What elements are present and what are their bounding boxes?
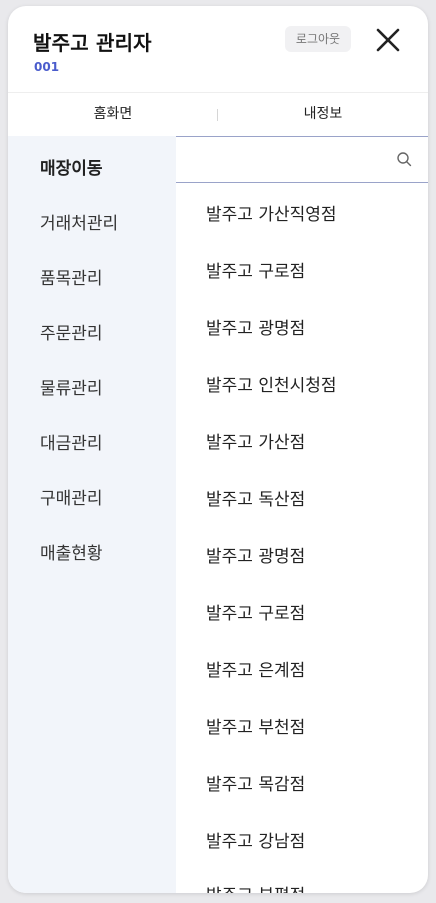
close-icon [376,28,400,52]
store-list-item[interactable]: 발주고 독산점 [206,485,305,510]
store-list-item[interactable]: 발주고 광명점 [206,314,305,339]
sidebar-item-payment-management[interactable]: 대금관리 [40,429,103,454]
store-list-item[interactable]: 발주고 가산점 [206,428,305,453]
store-list-item[interactable]: 발주고 인천시청점 [206,371,337,396]
store-list-item[interactable]: 발주고 가산직영점 [206,200,337,225]
page-title: 발주고 관리자 [33,31,152,55]
store-list-panel: 발주고 가산직영점 발주고 구로점 발주고 광명점 발주고 인천시청점 발주고 … [176,136,428,893]
menu-panel: 발주고 관리자 001 로그아웃 홈화면 내정보 매장이동 거래처관리 품목관리… [8,6,428,893]
store-list-item[interactable]: 발주고 은계점 [206,656,305,681]
tab-home[interactable]: 홈화면 [8,93,218,136]
sidebar-item-order-management[interactable]: 주문관리 [40,319,103,344]
top-tabs: 홈화면 내정보 [8,92,428,137]
tab-my-info[interactable]: 내정보 [218,93,428,136]
sidebar-item-store-transfer[interactable]: 매장이동 [40,154,103,179]
sidebar-item-product-management[interactable]: 품목관리 [40,264,103,289]
store-code: 001 [34,60,60,74]
sidebar-item-purchase-management[interactable]: 구매관리 [40,484,103,509]
search-input[interactable] [186,144,390,174]
search-bar [176,136,428,183]
store-list-item[interactable]: 발주고 부평점 [206,881,305,893]
logout-button[interactable]: 로그아웃 [285,26,351,52]
sidebar-item-logistics-management[interactable]: 물류관리 [40,374,103,399]
store-list-item[interactable]: 발주고 강남점 [206,827,305,852]
sidebar: 매장이동 거래처관리 품목관리 주문관리 물류관리 대금관리 구매관리 매출현황 [8,136,176,893]
store-list-item[interactable]: 발주고 부천점 [206,713,305,738]
store-list-item[interactable]: 발주고 구로점 [206,257,305,282]
store-list-item[interactable]: 발주고 구로점 [206,599,305,624]
sidebar-item-vendor-management[interactable]: 거래처관리 [40,209,118,234]
header: 발주고 관리자 001 로그아웃 [8,6,428,92]
store-list-item[interactable]: 발주고 목감점 [206,770,305,795]
sidebar-item-sales-status[interactable]: 매출현황 [40,539,103,564]
close-button[interactable] [371,23,405,57]
search-icon[interactable] [396,151,412,167]
store-list-item[interactable]: 발주고 광명점 [206,542,305,567]
